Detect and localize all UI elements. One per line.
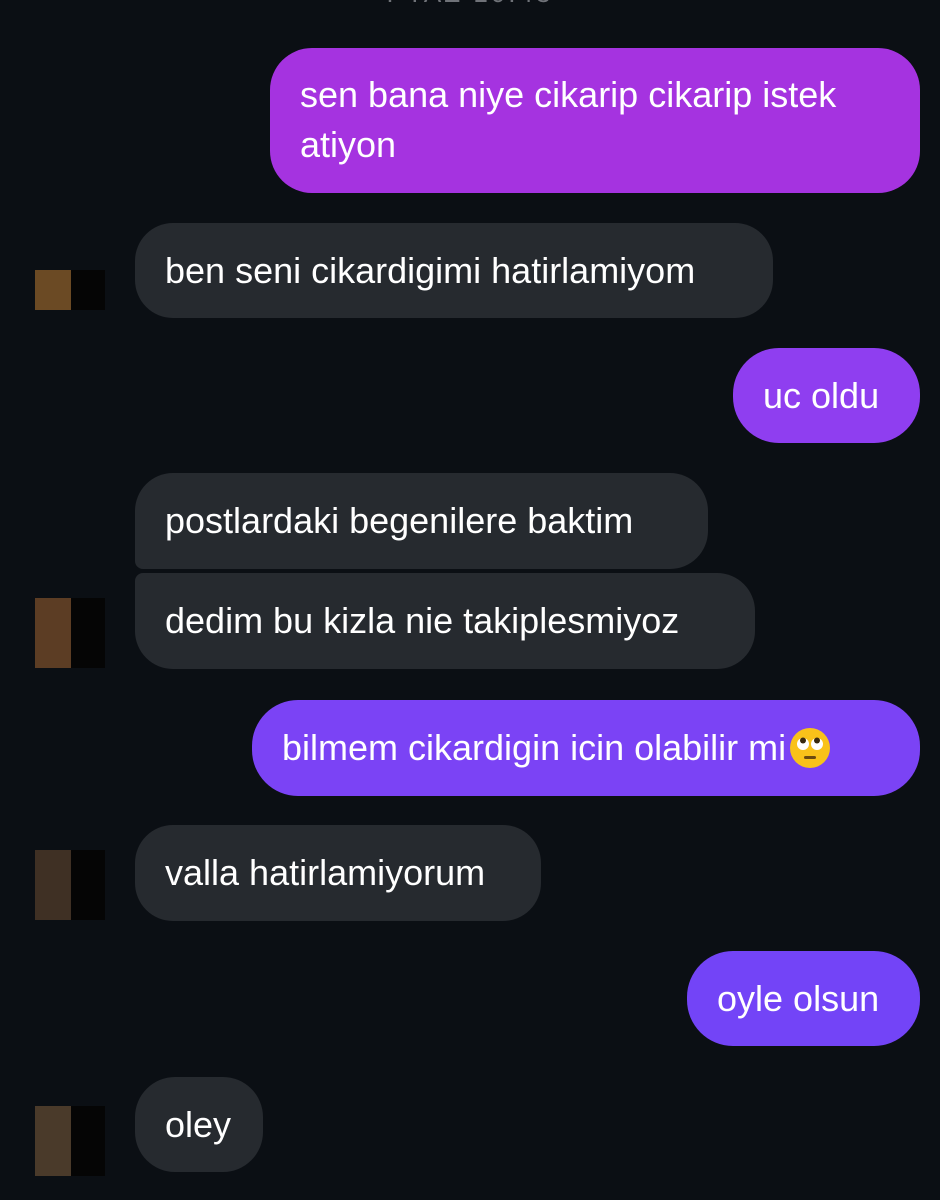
received-message-bubble[interactable]: valla hatirlamiyorum xyxy=(135,825,541,921)
received-message-bubble[interactable]: oley xyxy=(135,1077,263,1172)
contact-avatar[interactable] xyxy=(35,270,105,310)
message-text: ben seni cikardigimi hatirlamiyom xyxy=(165,249,696,291)
message-text: valla hatirlamiyorum xyxy=(165,852,486,893)
sent-message-bubble[interactable]: uc oldu xyxy=(733,348,920,443)
message-text: oley xyxy=(165,1103,232,1145)
received-message-bubble[interactable]: postlardaki begenilere baktim xyxy=(135,473,708,569)
message-timestamp: PTAZ 10:43 xyxy=(0,0,940,9)
contact-avatar[interactable] xyxy=(35,1106,105,1176)
sent-message-bubble[interactable]: bilmem cikardigin icin olabilir mi xyxy=(252,700,920,796)
message-text: dedim bu kizla nie takiplesmiyoz xyxy=(165,600,680,641)
sent-message-bubble[interactable]: sen bana niye cikarip cikarip istek atiy… xyxy=(270,48,920,193)
message-text: bilmem cikardigin icin olabilir mi xyxy=(282,727,787,768)
contact-avatar[interactable] xyxy=(35,850,105,920)
chat-screen: { "timestamp": "PTAZ 10:43", "colors": {… xyxy=(0,0,940,1200)
received-message-bubble[interactable]: dedim bu kizla nie takiplesmiyoz xyxy=(135,573,755,669)
message-text: uc oldu xyxy=(763,374,880,416)
received-message-bubble[interactable]: ben seni cikardigimi hatirlamiyom xyxy=(135,223,773,318)
message-text: oyle olsun xyxy=(717,977,880,1019)
sent-message-bubble[interactable]: oyle olsun xyxy=(687,951,920,1046)
message-text: sen bana niye cikarip cikarip istek atiy… xyxy=(300,74,847,165)
contact-avatar[interactable] xyxy=(35,598,105,668)
rolling-eyes-emoji-icon xyxy=(790,728,831,768)
message-text: postlardaki begenilere baktim xyxy=(165,500,634,541)
